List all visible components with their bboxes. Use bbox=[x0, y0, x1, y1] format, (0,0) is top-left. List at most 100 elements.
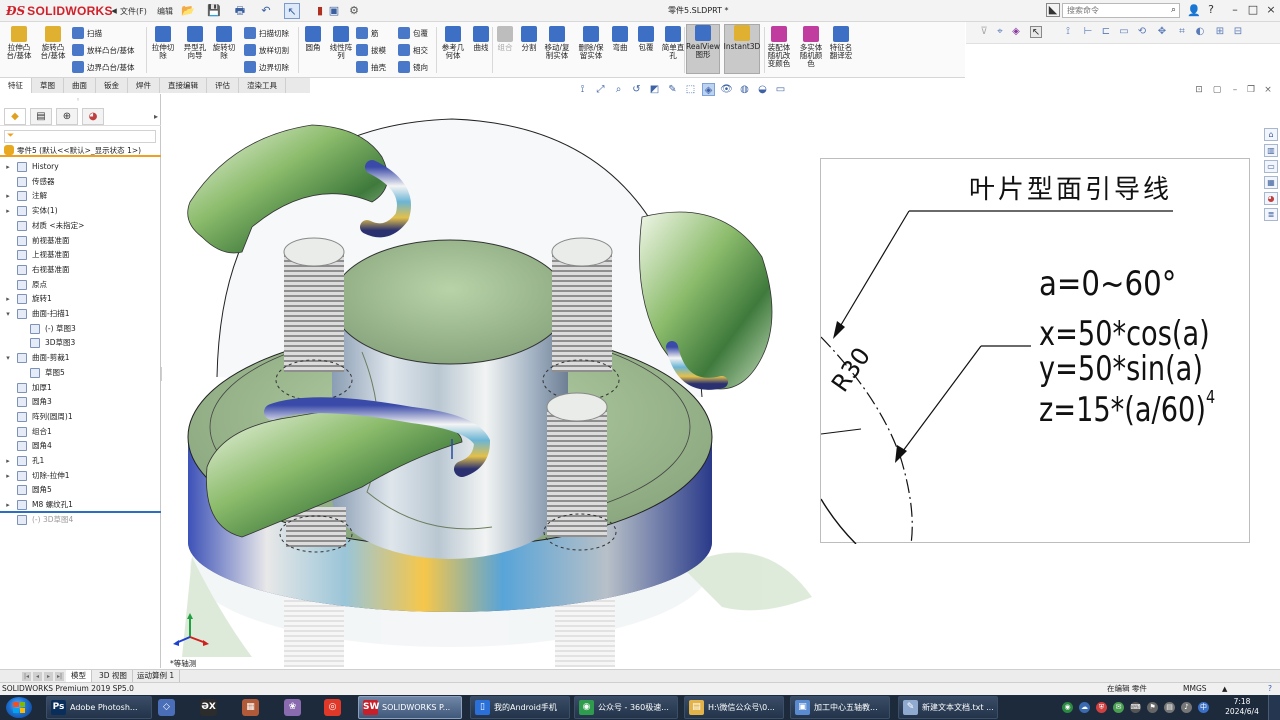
print-icon[interactable]: 🖶 bbox=[232, 3, 248, 19]
instant3d-button[interactable]: Instant3D bbox=[724, 24, 760, 74]
simple-hole-button[interactable]: 简单直 孔 bbox=[660, 26, 686, 60]
taskbar-task[interactable]: ◉ 公众号 - 360极速... bbox=[574, 696, 678, 719]
loft-button[interactable]: 放样凸台/基体 bbox=[72, 43, 135, 57]
display-style-icon[interactable]: ◈ bbox=[702, 82, 715, 96]
taskbar-task[interactable]: ✎ 新建文本文档.txt ... bbox=[898, 696, 998, 719]
display-manager-tab-icon[interactable]: ◕ bbox=[82, 108, 104, 125]
home-icon[interactable]: ⌂ bbox=[1264, 128, 1278, 141]
tray-cloud-icon[interactable]: ☁ bbox=[1079, 702, 1090, 713]
lofted-cut-button[interactable]: 放样切割 bbox=[244, 43, 289, 57]
tree-item[interactable]: ▸ 旋转1 bbox=[0, 292, 161, 306]
tree-item[interactable]: 圆角4 bbox=[0, 439, 161, 453]
filter-edge-icon[interactable]: ◈ bbox=[1010, 26, 1022, 38]
zoom-area-icon[interactable]: ⌕ bbox=[612, 83, 625, 96]
multibody-color-button[interactable]: 多实体 随机颜 色 bbox=[796, 26, 826, 68]
tree-item[interactable]: 上视基准面 bbox=[0, 248, 161, 262]
tree-item[interactable]: ▸ M8 螺纹孔1 bbox=[0, 498, 161, 512]
custom-properties-icon[interactable]: ≣ bbox=[1264, 208, 1278, 221]
view-orientation-icon[interactable]: ⟟ bbox=[576, 83, 589, 96]
feature-manager-tab-icon[interactable]: ◆ bbox=[4, 108, 26, 125]
apply-scene-icon[interactable]: ◒ bbox=[756, 83, 769, 96]
rotate-icon[interactable]: ⟲ bbox=[1136, 26, 1148, 38]
file-explorer-icon[interactable]: ▭ bbox=[1264, 160, 1278, 173]
tree-item[interactable]: ▸ 注解 bbox=[0, 189, 161, 203]
help-button[interactable]: ? bbox=[1202, 2, 1220, 18]
filter-face-icon[interactable]: ⌖ bbox=[994, 26, 1006, 38]
search-icon[interactable]: ⌕ bbox=[1171, 4, 1176, 17]
wrap-button[interactable]: 包覆 bbox=[634, 26, 658, 52]
revolve-cut-button[interactable]: 旋转切 除 bbox=[210, 26, 238, 60]
grid-icon[interactable]: ⊞ bbox=[1214, 26, 1226, 38]
viewport-minimize-icon[interactable]: – bbox=[1229, 84, 1241, 96]
viewport-tile-icon[interactable]: ▢ bbox=[1211, 84, 1223, 96]
previous-view-icon[interactable]: ↺ bbox=[630, 83, 643, 96]
tray-app-icon[interactable]: ◉ bbox=[1062, 702, 1073, 713]
flex-button[interactable]: 弯曲 bbox=[608, 26, 632, 52]
tree-item[interactable]: ▾ 曲面-扫描1 bbox=[0, 307, 161, 321]
rebuild-icon[interactable]: ▣ bbox=[326, 3, 342, 19]
assembly-color-button[interactable]: 装配体 随机改 变颜色 bbox=[764, 26, 794, 68]
tab-3[interactable]: 钣金 bbox=[96, 78, 128, 93]
solidworks-logo[interactable]: ƉS SOLIDWORKS bbox=[6, 3, 113, 19]
move-copy-button[interactable]: 移动/复 制实体 bbox=[542, 26, 572, 60]
tab-5[interactable]: 直接编辑 bbox=[160, 78, 207, 93]
sweep-button[interactable]: 扫描 bbox=[72, 26, 102, 40]
hide-show-items-icon[interactable]: 👁 bbox=[720, 83, 733, 96]
tree-item[interactable]: ▸ History bbox=[0, 160, 161, 174]
tree-item[interactable]: 前视基准面 bbox=[0, 234, 161, 248]
dynamic-annotation-icon[interactable]: ✎ bbox=[666, 83, 679, 96]
taskbar-task[interactable]: ▣ 加工中心五轴教... bbox=[790, 696, 890, 719]
tree-item[interactable]: 加厚1 bbox=[0, 381, 161, 395]
tree-item[interactable]: ▸ 实体(1) bbox=[0, 204, 161, 218]
tree-expand-icon[interactable]: ▸ bbox=[4, 454, 12, 468]
tree-item[interactable]: 原点 bbox=[0, 278, 161, 292]
maximize-button[interactable]: □ bbox=[1244, 2, 1262, 18]
extrude-cut-button[interactable]: 拉伸切 除 bbox=[150, 26, 176, 60]
extrude-boss-button[interactable]: 拉伸凸 台/基体 bbox=[4, 26, 34, 60]
tree-item[interactable]: (-) 3D草图4 bbox=[0, 513, 161, 527]
tab-6[interactable]: 评估 bbox=[207, 78, 239, 93]
tree-expand-icon[interactable]: ▸ bbox=[4, 160, 12, 174]
search-commands-input[interactable]: 搜索命令 ⌕ bbox=[1062, 3, 1180, 18]
units-menu-icon[interactable]: ▲ bbox=[1222, 683, 1227, 695]
fillet-button[interactable]: 圆角 bbox=[300, 26, 326, 52]
view-palette-icon[interactable]: ▦ bbox=[1264, 176, 1278, 189]
menu-edit[interactable]: 编辑 bbox=[157, 4, 173, 18]
viewport-close-icon[interactable]: × bbox=[1262, 84, 1274, 96]
pan-icon[interactable]: ✥ bbox=[1156, 26, 1168, 38]
viewport-restore-icon[interactable]: ⊡ bbox=[1193, 84, 1205, 96]
grid2-icon[interactable]: ⊟ bbox=[1232, 26, 1244, 38]
tree-item[interactable]: 3D草图3 bbox=[0, 336, 161, 350]
hole-wizard-button[interactable]: 异型孔 向导 bbox=[180, 26, 210, 60]
section-view-icon[interactable]: ◩ bbox=[648, 83, 661, 96]
pinned-app[interactable]: ◎ bbox=[318, 697, 347, 718]
minimize-button[interactable]: – bbox=[1226, 2, 1244, 18]
taskbar-task[interactable]: SW SOLIDWORKS P... bbox=[358, 696, 462, 719]
tray-network-icon[interactable]: ▤ bbox=[1164, 702, 1175, 713]
taskbar-task[interactable]: ▯ 我的Android手机 bbox=[470, 696, 570, 719]
close-button[interactable]: × bbox=[1262, 2, 1280, 18]
pinned-app[interactable]: ƏX bbox=[194, 697, 223, 718]
system-clock[interactable]: 7:18 2024/6/4 bbox=[1222, 697, 1262, 717]
tree-root-part[interactable]: 零件5 (默认<<默认>_显示状态 1>) bbox=[0, 144, 161, 157]
tree-item[interactable]: 组合1 bbox=[0, 425, 161, 439]
wrap2-button[interactable]: 包覆 bbox=[398, 26, 428, 40]
tab-last-icon[interactable]: ▸| bbox=[55, 672, 64, 681]
design-library-icon[interactable]: ▥ bbox=[1264, 144, 1278, 157]
viewport-maximize-icon[interactable]: ❐ bbox=[1245, 84, 1257, 96]
edit-appearance-icon[interactable]: ◍ bbox=[738, 83, 751, 96]
tab-4[interactable]: 焊件 bbox=[128, 78, 160, 93]
tab-next-icon[interactable]: ▸ bbox=[44, 672, 53, 681]
undo-icon[interactable]: ↶ bbox=[258, 3, 274, 19]
tray-input-icon[interactable]: 中 bbox=[1198, 702, 1209, 713]
feature-rename-button[interactable]: 特征名 翻译宏 bbox=[826, 26, 856, 60]
tree-item[interactable]: 右视基准面 bbox=[0, 263, 161, 277]
options-gear-icon[interactable]: ⚙ bbox=[346, 3, 362, 19]
combine-button[interactable]: 组合 bbox=[494, 26, 516, 52]
open-icon[interactable]: 📂 bbox=[180, 3, 196, 19]
appearances-icon[interactable]: ◕ bbox=[1264, 192, 1278, 205]
tree-item[interactable]: 材质 <未指定> bbox=[0, 219, 161, 233]
revolve-boss-button[interactable]: 旋转凸 台/基体 bbox=[38, 26, 68, 60]
user-icon[interactable]: 👤 bbox=[1186, 3, 1202, 19]
select-arrow-icon[interactable]: ↖ bbox=[1030, 26, 1042, 38]
